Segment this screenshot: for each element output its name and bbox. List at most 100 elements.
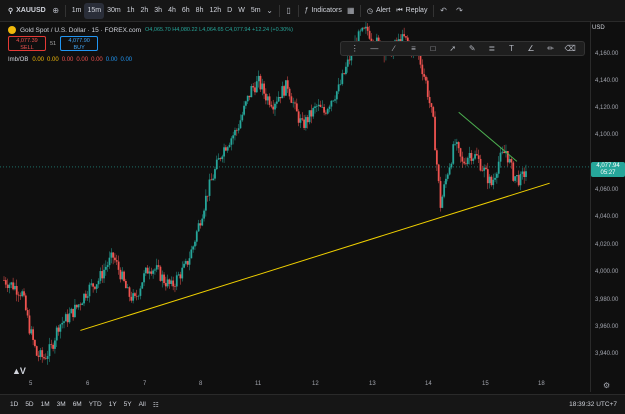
currency-label[interactable]: USD <box>592 25 605 31</box>
symbol-search[interactable]: ⚲ XAUUSD <box>4 3 50 19</box>
tradingview-logo[interactable]: ▲V <box>12 366 26 376</box>
settings-gear-icon[interactable]: ⚙ <box>603 381 610 390</box>
buy-button[interactable]: 4,077.90 BUY <box>60 36 99 51</box>
range-1M[interactable]: 1M <box>41 401 50 408</box>
alert-button[interactable]: ◷ Alert <box>364 3 394 19</box>
chart-pane[interactable] <box>0 22 590 392</box>
interval-5m[interactable]: 5m <box>248 3 264 19</box>
interval-D[interactable]: D <box>224 3 235 19</box>
calendar-icon[interactable]: ☷ <box>153 401 159 409</box>
indicators-button[interactable]: ƒ Indicators <box>302 3 345 19</box>
candle-body <box>88 284 91 297</box>
replay-button[interactable]: ⏮ Replay <box>393 3 430 19</box>
candle-body <box>199 223 202 226</box>
candle-body <box>223 147 225 157</box>
interval-4h[interactable]: 4h <box>165 3 179 19</box>
candle-body <box>54 340 56 349</box>
range-All[interactable]: All <box>139 401 146 408</box>
candle-body <box>263 83 265 94</box>
current-price: 4,077.94 <box>596 162 620 169</box>
candle-body <box>510 159 513 163</box>
candle-body <box>228 144 231 148</box>
candle-body <box>334 99 336 101</box>
candle-body <box>174 286 176 287</box>
price-chart[interactable] <box>0 22 590 392</box>
time-tick: 7 <box>143 381 147 387</box>
indicator-legend[interactable]: Imb/OB 0.00 0.00 0.00 0.00 0.00 0.00 0.00 <box>8 57 135 63</box>
candle-body <box>274 103 276 110</box>
search-icon: ⚲ <box>8 7 14 15</box>
drag-handle-icon[interactable]: ⋮ <box>350 44 360 54</box>
candle-body <box>301 118 304 120</box>
text-icon[interactable]: T <box>506 44 516 54</box>
horizontal-line-icon[interactable]: — <box>369 44 379 54</box>
range-3M[interactable]: 3M <box>57 401 66 408</box>
candle-body <box>224 147 227 151</box>
interval-6h[interactable]: 6h <box>179 3 193 19</box>
range-6M[interactable]: 6M <box>73 401 82 408</box>
add-symbol-icon[interactable]: ⊕ <box>50 5 62 17</box>
undo-icon[interactable]: ↶ <box>437 5 449 17</box>
candle-body <box>148 271 151 274</box>
range-5Y[interactable]: 5Y <box>124 401 132 408</box>
rectangle-icon[interactable]: □ <box>428 44 438 54</box>
interval-30m[interactable]: 30m <box>104 3 124 19</box>
price-tick: 4,040.00 <box>595 214 619 220</box>
support-trendline <box>80 182 550 331</box>
candle-body <box>281 86 284 99</box>
candle-body <box>339 83 342 85</box>
candle-body <box>261 83 264 90</box>
interval-1m[interactable]: 1m <box>69 3 85 19</box>
interval-15m[interactable]: 15m <box>84 2 105 19</box>
ohlc-values: O4,065.70 H4,080.22 L4,064.65 C4,077.94 … <box>145 27 294 33</box>
parallel-channel-icon[interactable]: ≡ <box>409 44 419 54</box>
candle-body <box>426 80 429 97</box>
candle-body <box>525 171 527 178</box>
sell-button[interactable]: 4,077.39 SELL <box>8 36 46 51</box>
candle-body <box>454 143 456 145</box>
interval-3h[interactable]: 3h <box>151 3 165 19</box>
candle-body <box>8 284 11 289</box>
trend-line-icon[interactable]: ∕ <box>389 44 399 54</box>
eraser-icon[interactable]: ⌫ <box>564 44 575 54</box>
price-tick: 4,000.00 <box>595 269 619 275</box>
ray-icon[interactable]: ➚ <box>448 44 458 54</box>
interval-1h[interactable]: 1h <box>124 3 138 19</box>
candle-body <box>437 164 440 182</box>
candle-body <box>235 130 238 131</box>
candle-body <box>305 117 307 128</box>
alert-label: Alert <box>375 7 391 14</box>
candle-body <box>477 155 480 159</box>
interval-12h[interactable]: 12h <box>206 3 224 19</box>
range-1D[interactable]: 1D <box>10 401 18 408</box>
interval-8h[interactable]: 8h <box>193 3 207 19</box>
candle-body <box>154 269 156 271</box>
brush-icon[interactable]: ✎ <box>467 44 477 54</box>
candle-body <box>68 313 71 323</box>
legend-title: Gold Spot / U.S. Dollar · 15 · FOREX.com <box>20 26 142 34</box>
redo-icon[interactable]: ↷ <box>453 5 465 17</box>
candle-body <box>366 26 369 31</box>
range-5D[interactable]: 5D <box>25 401 33 408</box>
candle-body <box>421 64 424 75</box>
candle-body <box>457 142 460 149</box>
candles-icon[interactable]: ▯ <box>283 5 295 17</box>
pencil-icon[interactable]: ✏ <box>546 44 556 54</box>
candle-body <box>150 271 153 274</box>
range-YTD[interactable]: YTD <box>89 401 102 408</box>
candle-body <box>179 274 182 279</box>
fib-retracement-icon[interactable]: ≣ <box>487 44 497 54</box>
price-tick: 4,020.00 <box>595 242 619 248</box>
interval-W[interactable]: W <box>235 3 248 19</box>
interval-2h[interactable]: 2h <box>137 3 151 19</box>
candle-body <box>497 161 500 174</box>
chevron-down-icon[interactable]: ⌄ <box>264 5 276 17</box>
candle-body <box>134 293 136 296</box>
measure-icon[interactable]: ∠ <box>526 44 536 54</box>
candle-body <box>94 286 96 289</box>
range-1Y[interactable]: 1Y <box>109 401 117 408</box>
candle-body <box>59 324 62 332</box>
clock-display[interactable]: 18:39:32 UTC+7 <box>569 401 617 408</box>
layout-grid-icon[interactable]: ▦ <box>345 5 357 17</box>
candle-body <box>101 271 104 279</box>
